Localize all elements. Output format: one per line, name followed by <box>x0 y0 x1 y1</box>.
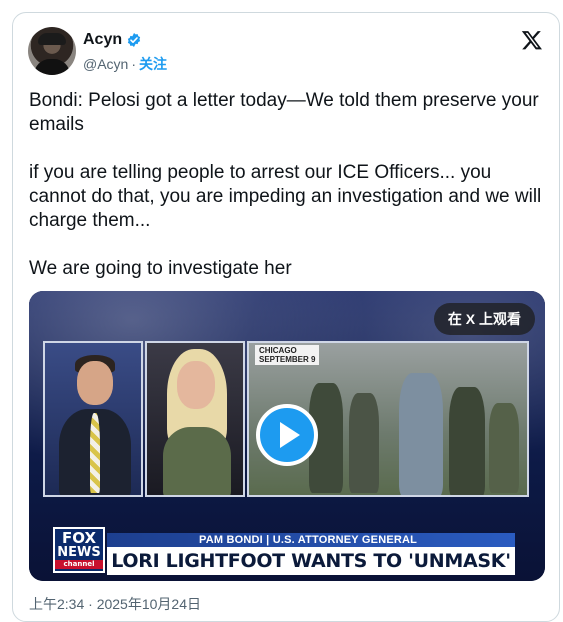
video-panel-guest <box>145 341 245 497</box>
footage-figure <box>449 387 485 495</box>
lower-third: FOX NEWS channel PAM BONDI | U.S. ATTORN… <box>29 513 545 581</box>
guest-head <box>177 361 215 409</box>
handle[interactable]: @Acyn <box>83 56 128 72</box>
video-player[interactable]: CHICAGO SEPTEMBER 9 在 X 上观看 FOX NEWS cha… <box>29 291 545 581</box>
guest-jacket <box>163 427 231 495</box>
x-logo-icon[interactable] <box>521 29 543 51</box>
author-name-row: Acyn <box>83 31 142 49</box>
footage-figure <box>489 403 519 493</box>
play-icon[interactable] <box>256 404 318 466</box>
fox-logo-line3: channel <box>55 560 103 569</box>
avatar[interactable] <box>28 27 76 75</box>
avatar-body <box>34 59 70 75</box>
host-head <box>77 361 113 405</box>
name-strip: PAM BONDI | U.S. ATTORNEY GENERAL <box>107 533 515 547</box>
separator: · <box>131 56 137 72</box>
avatar-hat <box>38 33 66 45</box>
tweet-text: Bondi: Pelosi got a letter today—We told… <box>29 90 542 279</box>
footage-figure <box>349 393 379 493</box>
watch-on-x-button[interactable]: 在 X 上观看 <box>433 303 535 335</box>
follow-button[interactable]: 关注 <box>139 54 167 74</box>
tweet-card: Acyn @Acyn · 关注 Bondi: Pelosi got a lett… <box>12 12 560 622</box>
fox-news-logo: FOX NEWS channel <box>53 527 105 573</box>
verified-badge-icon <box>127 33 141 47</box>
display-name[interactable]: Acyn <box>83 31 122 49</box>
host-tie <box>90 413 100 493</box>
video-panel-host <box>43 341 143 497</box>
fox-logo-line2: NEWS <box>57 545 101 560</box>
location-tag: CHICAGO SEPTEMBER 9 <box>255 345 320 365</box>
footage-figure <box>399 373 443 495</box>
timestamp[interactable]: 上午2:34 · 2025年10月24日 <box>29 594 201 614</box>
headline-strip: LORI LIGHTFOOT WANTS TO 'UNMASK' ICE <box>107 547 515 581</box>
fox-logo-line1: FOX <box>61 529 97 547</box>
handle-row: @Acyn · 关注 <box>83 54 167 74</box>
